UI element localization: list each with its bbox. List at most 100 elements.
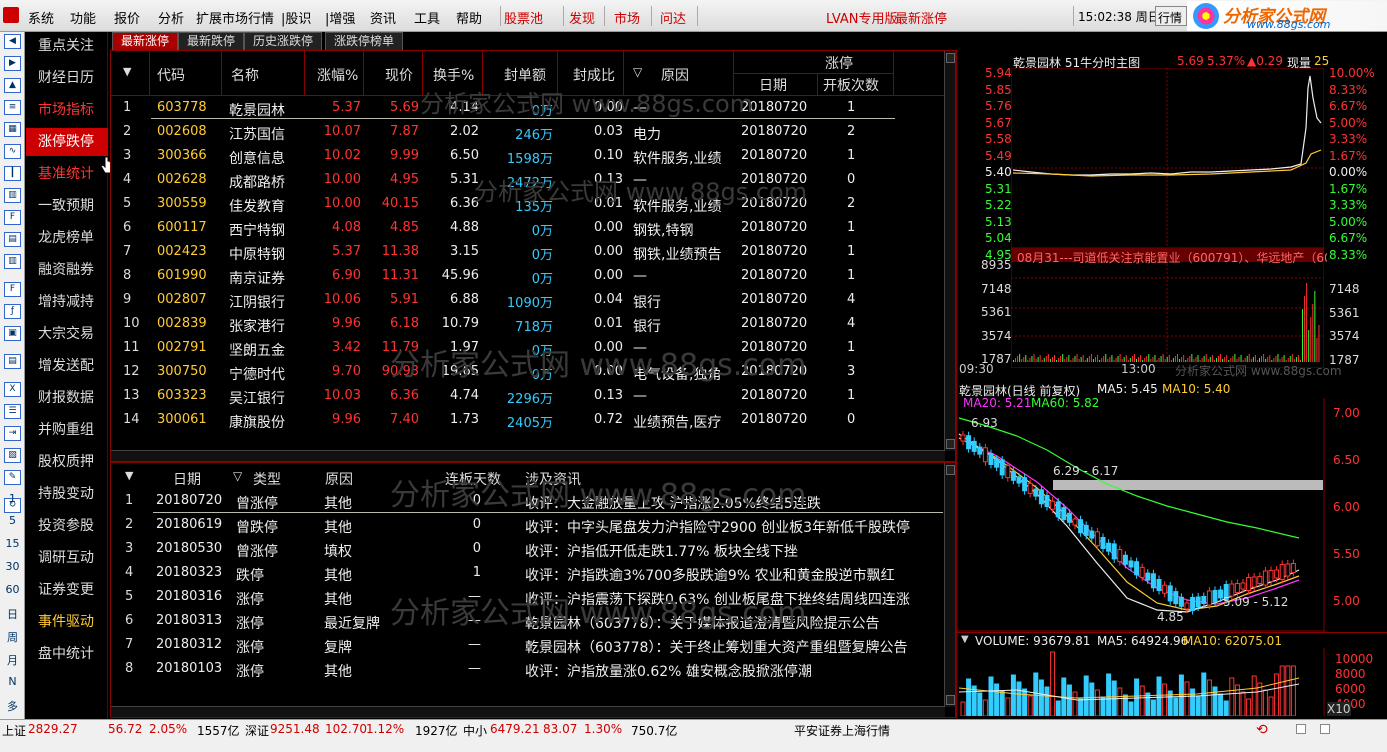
doc-icon[interactable]: ▤ [4, 354, 21, 369]
col-seal-amount[interactable]: 封单额 [504, 65, 546, 85]
menu-enhance[interactable]: |增强 [325, 8, 355, 27]
formula-icon[interactable]: ƒ [4, 304, 21, 319]
bottom-sort-icon[interactable]: ▼ [125, 469, 133, 482]
history-row[interactable]: 8 20180103 涨停 其他 — 收评：沪指放量涨0.62% 雄安概念股掀涨停潮 [111, 657, 946, 681]
nav-limit-up-down[interactable]: 涨停跌停 [26, 128, 108, 156]
top-table-hscroll[interactable] [111, 450, 945, 461]
menu-stock-knowledge[interactable]: |股识 [281, 8, 311, 27]
tab-latest-limit-down[interactable]: 最新跌停 [178, 32, 245, 50]
pencil-icon[interactable]: ✎ [4, 470, 21, 485]
menu-quote[interactable]: 报价 [114, 8, 140, 27]
nav-event-driven[interactable]: 事件驱动 [26, 608, 108, 636]
table-row[interactable]: 11 002791 坚朗五金 3.42 11.79 1.97 0万 0.00 — 20180720… [111, 336, 946, 360]
list-icon[interactable]: ≡ [4, 100, 21, 115]
nav-dragon-tiger[interactable]: 龙虎榜单 [26, 224, 108, 252]
grid-icon[interactable]: ▦ [4, 122, 21, 137]
line-chart-icon[interactable]: ∿ [4, 144, 21, 159]
nav-investment[interactable]: 投资参股 [26, 512, 108, 540]
history-row[interactable]: 5 20180316 涨停 其他 — 收评：沪指震荡下探跌0.63% 创业板尾盘下挫终结周… [111, 585, 946, 609]
status-box-icon[interactable] [1296, 724, 1306, 734]
bar-chart-icon[interactable]: ▥ [4, 188, 21, 203]
table-row[interactable]: 6 600117 西宁特钢 4.08 4.85 4.88 0万 0.00 钢铁,特钢 201807… [111, 216, 946, 240]
table-row[interactable]: 1 603778 乾景园林 5.37 5.69 4.14 0万 0.00 — 20180720 1 [111, 96, 946, 120]
nav-finance-calendar[interactable]: 财经日历 [26, 64, 108, 92]
period-60-label[interactable]: 60 [0, 583, 25, 596]
volume-chart[interactable] [957, 648, 1325, 716]
history-row[interactable]: 7 20180312 涨停 复牌 — 乾景园林（603778）：关于终止筹划重大资产重组暨… [111, 633, 946, 657]
col-turnover[interactable]: 换手% [433, 65, 474, 85]
candle-icon[interactable]: ┃ [4, 166, 21, 181]
table-row[interactable]: 2 002608 江苏国信 10.07 7.87 2.02 246万 0.03 电力 201807… [111, 120, 946, 144]
bars-icon[interactable]: ▥ [4, 254, 21, 269]
exit-icon[interactable]: ⇥ [4, 426, 21, 441]
nav-intraday-stats[interactable]: 盘中统计 [26, 640, 108, 668]
menu-extended-market[interactable]: 扩展市场行情 [196, 8, 274, 27]
data-icon[interactable]: ▣ [4, 326, 21, 341]
menu-function[interactable]: 功能 [70, 8, 96, 27]
menu-info[interactable]: 资讯 [370, 8, 396, 27]
bottom-table-scrollbar[interactable] [944, 463, 955, 707]
col-reason[interactable]: 原因 [661, 65, 689, 85]
history-row[interactable]: 2 20180619 曾跌停 其他 0 收评：中字头尾盘发力沪指险守2900 创业板3年新… [111, 513, 946, 537]
intraday-chart[interactable] [1011, 68, 1324, 368]
table-row[interactable]: 4 002628 成都路桥 10.00 4.95 5.31 2472万 0.13 — 201807… [111, 168, 946, 192]
tab-limit-ranking[interactable]: 涨跌停榜单 [325, 32, 404, 50]
period-15-label[interactable]: 15 [0, 537, 25, 550]
menu-market[interactable]: 市场 [614, 8, 640, 27]
col-b-days[interactable]: 连板天数 [445, 469, 501, 489]
nav-financial-data[interactable]: 财报数据 [26, 384, 108, 412]
arrow-right-icon[interactable]: ▶ [4, 56, 21, 71]
nav-block-trade[interactable]: 大宗交易 [26, 320, 108, 348]
nav-pledge[interactable]: 股权质押 [26, 448, 108, 476]
excel-icon[interactable]: X [4, 382, 21, 397]
table-row[interactable]: 12 300750 宁德时代 9.70 90.93 19.65 0万 0.00 电气设备,独角 2… [111, 360, 946, 384]
period-n-label[interactable]: N [0, 675, 25, 688]
status-box2-icon[interactable] [1320, 724, 1330, 734]
list2-icon[interactable]: ☰ [4, 404, 21, 419]
col-date[interactable]: 日期 [759, 75, 787, 95]
col-price[interactable]: 现价 [385, 65, 413, 85]
top-table-scrollbar[interactable] [944, 51, 955, 451]
quote-button[interactable]: 行情 [1155, 6, 1187, 26]
col-b-reason[interactable]: 原因 [325, 469, 353, 489]
menu-stock-pool[interactable]: 股票池 [504, 8, 543, 27]
history-row[interactable]: 4 20180323 跌停 其他 1 收评：沪指跌逾3%700多股跌逾9% 农业和黄金股逆… [111, 561, 946, 585]
nav-market-indicators[interactable]: 市场指标 [26, 96, 108, 124]
menu-help[interactable]: 帮助 [456, 8, 482, 27]
period-week-label[interactable]: 周 [0, 629, 25, 645]
nav-key-focus[interactable]: 重点关注 [26, 32, 108, 60]
history-row[interactable]: 3 20180530 曾涨停 填权 0 收评：沪指低开低走跌1.77% 板块全线下挫 [111, 537, 946, 561]
nav-margin[interactable]: 融资融券 [26, 256, 108, 284]
col-name[interactable]: 名称 [231, 65, 259, 85]
col-seal-ratio[interactable]: 封成比 [573, 65, 615, 85]
nav-benchmark-stats[interactable]: 基准统计 [26, 160, 108, 188]
fin-icon[interactable]: F [4, 210, 21, 225]
menu-wenda[interactable]: 问达 [660, 8, 686, 27]
fiz-icon[interactable]: F [4, 282, 21, 297]
menu-system[interactable]: 系统 [28, 8, 54, 27]
tab-history-limit[interactable]: 历史涨跌停 [244, 32, 323, 50]
history-row[interactable]: 1 20180720 曾涨停 其他 0 收评：大金融放量上攻 沪指涨2.05%终结5连跌 [111, 489, 946, 513]
filter-icon[interactable]: ▽ [633, 65, 642, 79]
col-open-times[interactable]: 开板次数 [823, 75, 879, 95]
arrow-up-icon[interactable]: ▲ [4, 78, 21, 93]
nav-security-change[interactable]: 证券变更 [26, 576, 108, 604]
menu-discover[interactable]: 发现 [569, 8, 595, 27]
bottom-table-hscroll[interactable] [111, 706, 945, 717]
col-code[interactable]: 代码 [157, 65, 185, 85]
table-row[interactable]: 3 300366 创意信息 10.02 9.99 6.50 1598万 0.10 软件服务,业绩… [111, 144, 946, 168]
col-b-date[interactable]: 日期 [173, 469, 201, 489]
tab-latest-limit-up[interactable]: 最新涨停 [112, 32, 179, 50]
period-1-label[interactable]: 1 [0, 492, 25, 505]
nav-consensus[interactable]: 一致预期 [26, 192, 108, 220]
nav-holding[interactable]: 持股变动 [26, 480, 108, 508]
arrow-left-icon[interactable]: ◀ [4, 34, 21, 49]
table-row[interactable]: 5 300559 佳发教育 10.00 40.15 6.36 135万 0.01 软件服务,业绩… [111, 192, 946, 216]
table-icon[interactable]: ▤ [4, 232, 21, 247]
image-icon[interactable]: ▧ [4, 448, 21, 463]
table-row[interactable]: 14 300061 康旗股份 9.96 7.40 1.73 2405万 0.72 业绩预告,医疗… [111, 408, 946, 432]
table-row[interactable]: 13 603323 吴江银行 10.03 6.36 4.74 2296万 0.13 — 20180… [111, 384, 946, 408]
sync-icon[interactable]: ⟲ [1256, 722, 1268, 738]
col-b-news[interactable]: 涉及资讯 [525, 469, 581, 489]
nav-research[interactable]: 调研互动 [26, 544, 108, 572]
